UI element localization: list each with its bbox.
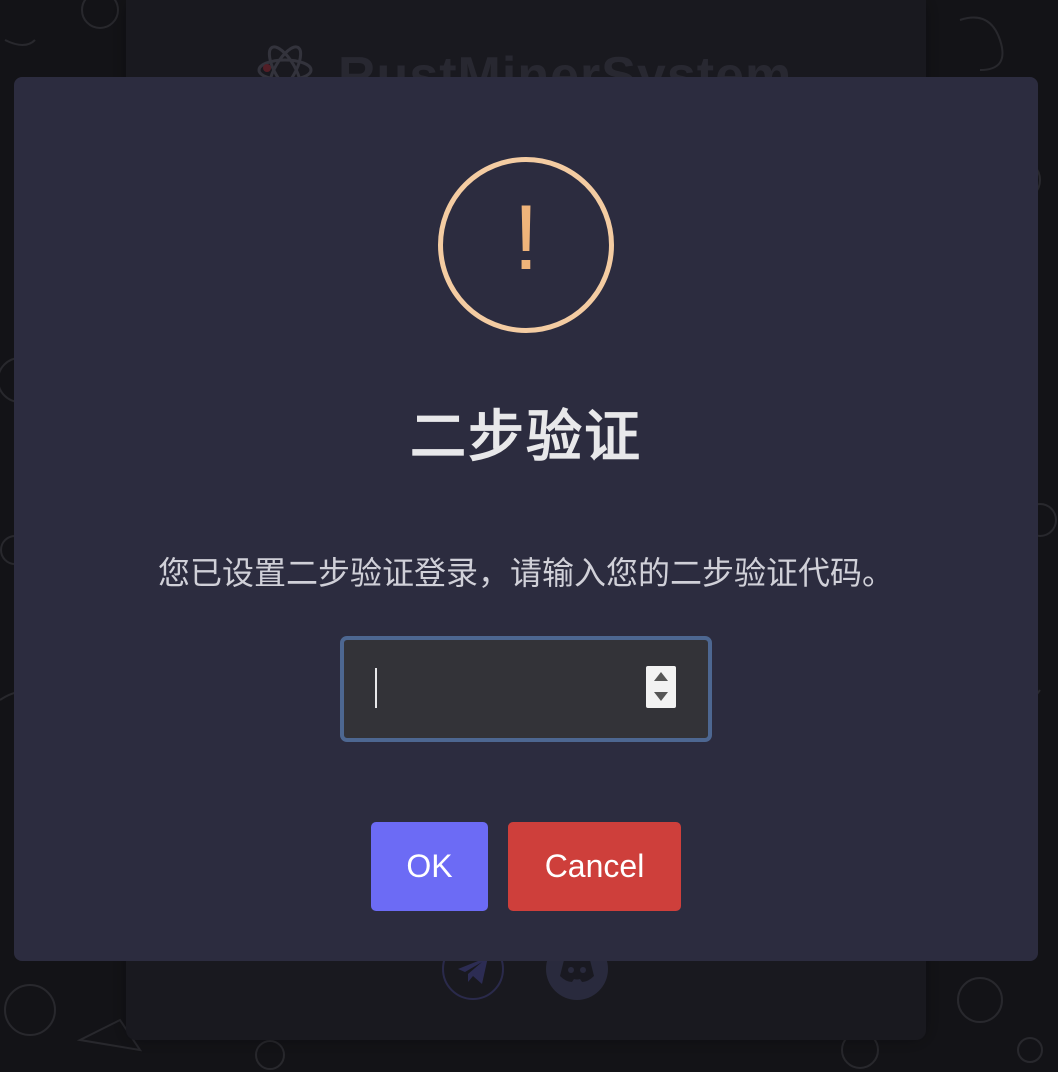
spinner-down-arrow-icon[interactable]: [646, 687, 676, 708]
number-spinner: [646, 666, 676, 708]
dialog-message: 您已设置二步验证登录，请输入您的二步验证代码。: [157, 554, 894, 592]
ok-button[interactable]: OK: [371, 822, 488, 911]
warning-icon: !: [438, 157, 614, 333]
text-caret: [375, 668, 377, 708]
warning-exclamation: !: [513, 187, 539, 289]
two-step-verification-dialog: ! 二步验证 您已设置二步验证登录，请输入您的二步验证代码。 OK Cancel: [14, 77, 1038, 961]
spinner-up-arrow-icon[interactable]: [646, 666, 676, 687]
dialog-title: 二步验证: [410, 405, 642, 470]
cancel-button[interactable]: Cancel: [508, 822, 681, 911]
verification-code-field: [340, 636, 712, 742]
